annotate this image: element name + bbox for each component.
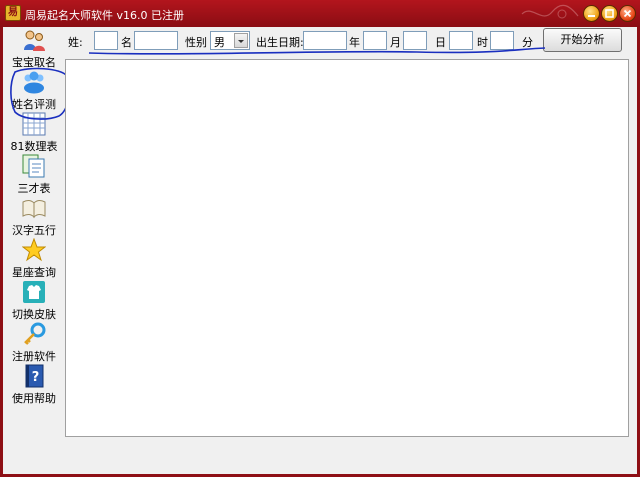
birth-hour-field[interactable]	[449, 31, 473, 50]
sidebar-item-label: 星座查询	[12, 266, 56, 279]
app-logo-icon: 易	[5, 5, 21, 21]
sidebar-item-sancai-table[interactable]: 三才表	[3, 154, 65, 196]
shirt-icon	[23, 281, 45, 303]
window-title: 周易起名大师软件 v16.0 已注册	[25, 9, 184, 22]
close-button[interactable]	[619, 5, 636, 22]
given-name-field[interactable]	[134, 31, 178, 50]
sidebar-item-label: 注册软件	[12, 350, 56, 363]
sidebar: 宝宝取名 姓名评测 81数理表 三才表 汉字五行 星座查询 切换皮肤 注册软件 …	[3, 30, 65, 439]
day-label: 日	[435, 36, 446, 49]
documents-icon	[22, 154, 45, 178]
app-window: 易 周易起名大师软件 v16.0 已注册 姓: 名 性别 男 出生日期: 年 月…	[0, 0, 640, 477]
minimize-button[interactable]	[583, 5, 600, 22]
birth-minute-field[interactable]	[490, 31, 514, 50]
birth-year-field[interactable]	[303, 31, 347, 50]
sidebar-item-name-evaluation[interactable]: 姓名评测	[3, 70, 65, 112]
sidebar-item-label: 姓名评测	[12, 98, 56, 111]
sidebar-item-register[interactable]: 注册软件	[3, 322, 65, 364]
start-analysis-button[interactable]: 开始分析	[543, 28, 622, 52]
birth-day-field[interactable]	[403, 31, 427, 50]
sidebar-item-label: 三才表	[17, 182, 51, 195]
maximize-button[interactable]	[601, 5, 618, 22]
surname-label: 姓:	[68, 36, 83, 49]
birth-month-field[interactable]	[363, 31, 387, 50]
sidebar-item-81-table[interactable]: 81数理表	[3, 112, 65, 154]
svg-text:?: ?	[32, 370, 40, 385]
input-toolbar: 姓: 名 性别 男 出生日期: 年 月 日 时 分 开始分析	[3, 27, 637, 57]
birth-date-label: 出生日期:	[256, 36, 304, 49]
minute-label: 分	[522, 36, 533, 49]
key-icon	[24, 322, 46, 345]
gender-select[interactable]: 男	[210, 31, 250, 50]
year-label: 年	[349, 36, 360, 49]
minimize-icon	[588, 15, 595, 17]
star-icon	[22, 238, 46, 262]
open-book-icon	[22, 200, 46, 219]
sidebar-item-label: 切换皮肤	[12, 308, 56, 321]
client-area: 姓: 名 性别 男 出生日期: 年 月 日 时 分 开始分析 宝宝取名 姓名评测…	[3, 27, 637, 474]
sidebar-item-label: 使用帮助	[12, 392, 56, 405]
title-bar[interactable]: 易 周易起名大师软件 v16.0 已注册	[0, 0, 640, 27]
swirl-decoration-icon	[521, 4, 579, 19]
month-label: 月	[390, 36, 401, 49]
family-icon	[24, 30, 45, 51]
sidebar-item-label: 宝宝取名	[12, 56, 56, 69]
sidebar-item-help[interactable]: ? 使用帮助	[3, 364, 65, 406]
sidebar-item-label: 汉字五行	[12, 224, 56, 237]
sidebar-item-horoscope[interactable]: 星座查询	[3, 238, 65, 280]
maximize-icon	[605, 9, 614, 18]
hour-label: 时	[477, 36, 488, 49]
sidebar-item-baby-naming[interactable]: 宝宝取名	[3, 28, 65, 70]
results-panel[interactable]	[65, 59, 629, 437]
close-icon	[623, 9, 632, 18]
given-name-label: 名	[121, 36, 132, 49]
sidebar-item-hanzi-wuxing[interactable]: 汉字五行	[3, 196, 65, 238]
gender-label: 性别	[185, 36, 207, 49]
chevron-down-icon[interactable]	[234, 33, 248, 48]
sidebar-item-label: 81数理表	[10, 140, 58, 153]
surname-field[interactable]	[94, 31, 118, 50]
help-book-icon: ?	[25, 364, 44, 388]
people-group-icon	[24, 71, 44, 94]
table-grid-icon	[22, 112, 46, 136]
sidebar-item-skin[interactable]: 切换皮肤	[3, 280, 65, 322]
gender-value: 男	[214, 36, 225, 49]
